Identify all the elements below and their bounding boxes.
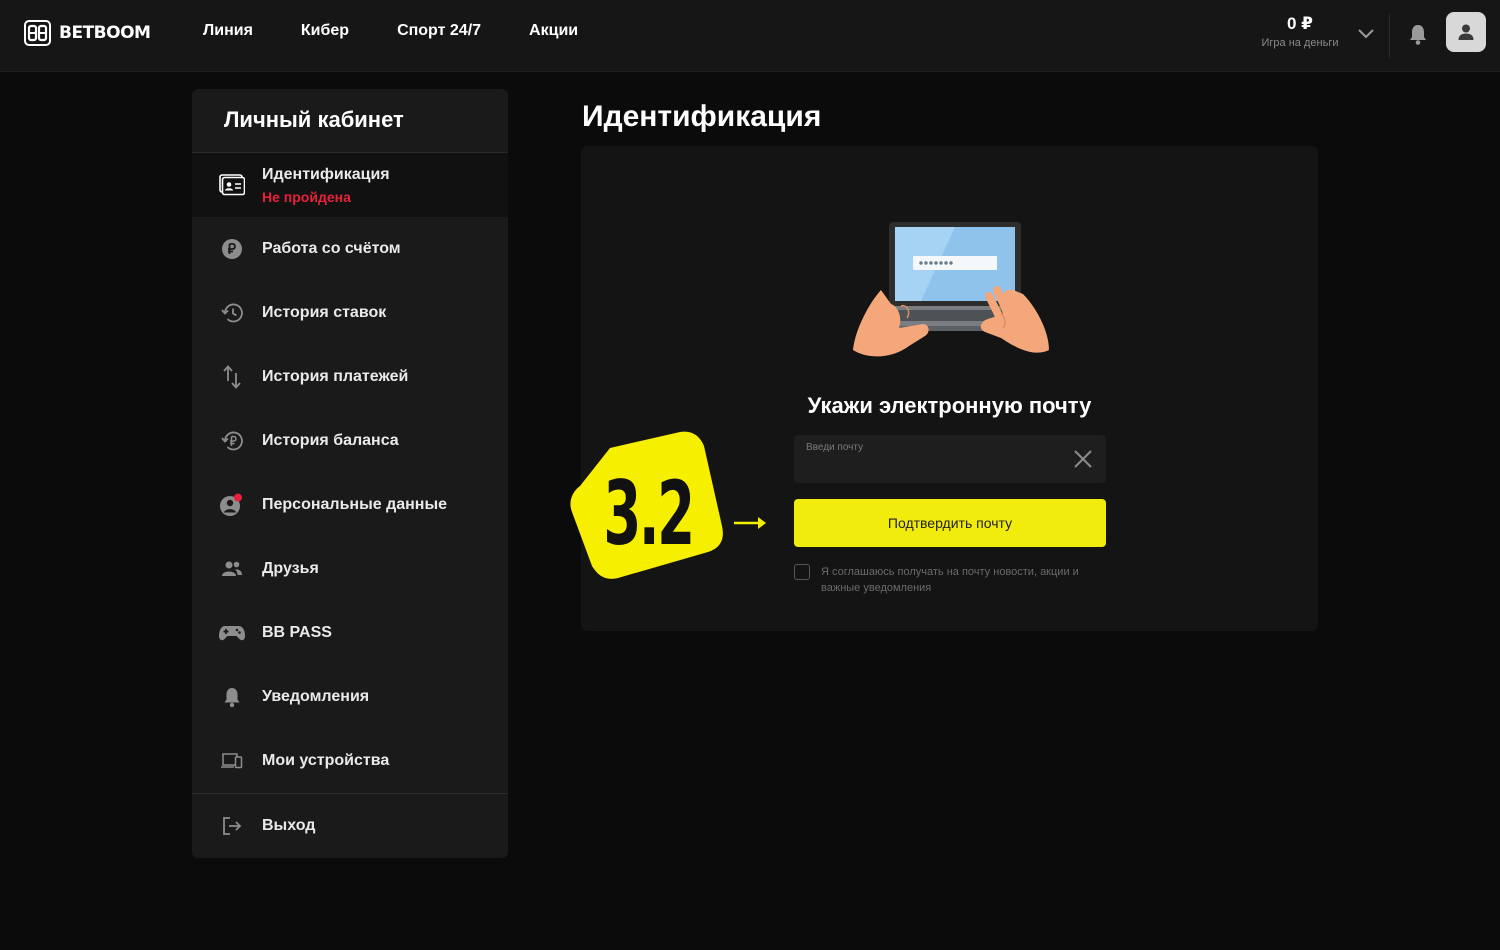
nav-promotions[interactable]: Акции — [529, 22, 578, 40]
nav-cyber[interactable]: Кибер — [301, 22, 349, 40]
sidebar-item-identification[interactable]: Идентификация Не пройдена — [192, 153, 508, 217]
sidebar-item-label: История платежей — [262, 368, 409, 385]
laptop-hands-illustration — [853, 222, 1049, 357]
arrow-right-icon — [734, 517, 766, 529]
step-badge-text: 3.2 — [603, 463, 692, 565]
consent-checkbox[interactable] — [794, 564, 810, 580]
user-icon — [1458, 24, 1474, 40]
step-badge: 3.2 — [570, 431, 723, 579]
clear-icon[interactable] — [1072, 448, 1094, 470]
sidebar-item-account-operations[interactable]: Работа со счётом — [192, 217, 508, 281]
devices-icon — [218, 747, 246, 775]
sidebar-item-logout[interactable]: Выход — [192, 794, 508, 858]
logout-icon — [218, 812, 246, 840]
sidebar-item-notifications[interactable]: Уведомления — [192, 665, 508, 729]
sidebar-item-my-devices[interactable]: Мои устройства — [192, 729, 508, 793]
balance-history-icon — [218, 427, 246, 455]
sidebar-item-label: Идентификация — [262, 165, 390, 183]
friends-icon — [218, 555, 246, 583]
confirm-email-button[interactable]: Подтвердить почту — [794, 499, 1106, 547]
avatar-button[interactable] — [1446, 12, 1486, 52]
email-field[interactable]: Введи почту — [794, 435, 1106, 483]
sidebar-item-bb-pass[interactable]: BB PASS — [192, 601, 508, 665]
identification-status: Не пройдена — [262, 188, 351, 205]
id-card-icon — [218, 171, 246, 199]
ruble-coin-icon — [218, 235, 246, 263]
sidebar-item-payment-history[interactable]: История платежей — [192, 345, 508, 409]
notifications-bell-icon[interactable] — [1407, 22, 1429, 46]
main-nav: Линия Кибер Спорт 24/7 Акции — [203, 22, 578, 40]
top-bar: BETBOOM Линия Кибер Спорт 24/7 Акции 0 ₽… — [0, 0, 1500, 72]
consent-text: Я соглашаюсь получать на почту новости, … — [821, 566, 1079, 594]
account-sidebar: Личный кабинет Идентификация Не пройдена… — [192, 89, 508, 858]
sidebar-item-label: Мои устройства — [262, 752, 390, 769]
sidebar-item-label: BB PASS — [262, 624, 332, 641]
email-field-label: Введи почту — [806, 442, 864, 453]
sidebar-item-label: Персональные данные — [262, 496, 448, 513]
header-divider — [1389, 14, 1390, 58]
transfer-arrows-icon — [218, 363, 246, 391]
gamepad-icon — [218, 619, 246, 647]
sidebar-item-label: Уведомления — [262, 688, 370, 705]
balance-widget[interactable]: 0 ₽ Игра на деньги — [1255, 14, 1345, 49]
balance-mode-label: Игра на деньги — [1261, 37, 1339, 49]
bell-icon — [218, 683, 246, 711]
nav-line[interactable]: Линия — [203, 22, 253, 40]
consent-row: Я соглашаюсь получать на почту новости, … — [794, 564, 1114, 596]
betboom-logo-icon — [24, 20, 51, 46]
sidebar-item-personal-data[interactable]: Персональные данные — [192, 473, 508, 537]
sidebar-item-friends[interactable]: Друзья — [192, 537, 508, 601]
sidebar-item-label: История баланса — [262, 432, 399, 449]
email-heading: Укажи электронную почту — [807, 393, 1092, 418]
page-title: Идентификация — [582, 100, 822, 133]
chevron-down-icon[interactable] — [1357, 26, 1375, 40]
sidebar-title: Личный кабинет — [192, 89, 508, 153]
nav-sport-24-7[interactable]: Спорт 24/7 — [397, 22, 481, 40]
logo[interactable]: BETBOOM — [24, 20, 151, 46]
sidebar-item-balance-history[interactable]: История баланса — [192, 409, 508, 473]
balance-amount: 0 ₽ — [1286, 14, 1313, 33]
sidebar-item-bet-history[interactable]: История ставок — [192, 281, 508, 345]
sidebar-item-label: Работа со счётом — [262, 240, 401, 257]
sidebar-item-label: История ставок — [262, 304, 387, 321]
logo-text: BETBOOM — [59, 23, 151, 43]
email-input[interactable] — [806, 457, 1066, 477]
user-alert-icon — [218, 491, 246, 519]
sidebar-item-label: Друзья — [262, 560, 319, 577]
logout-label: Выход — [262, 817, 316, 834]
history-icon — [218, 299, 246, 327]
